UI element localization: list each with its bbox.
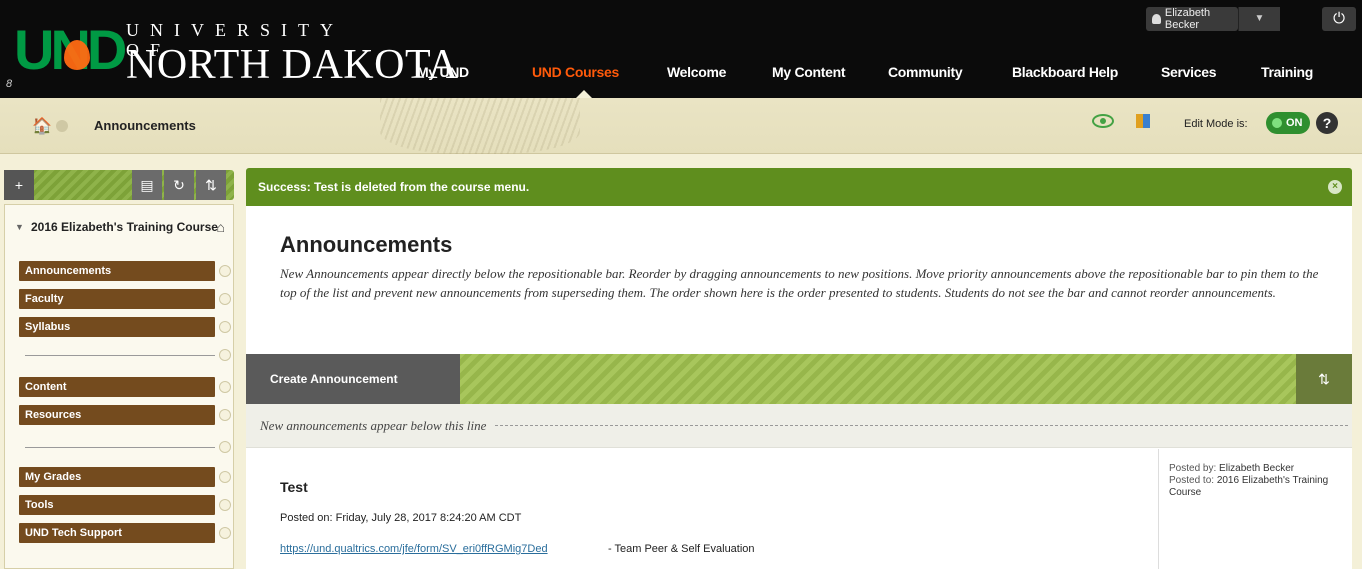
- nav-my-und[interactable]: My UND: [417, 64, 469, 80]
- menu-options-icon[interactable]: [219, 499, 231, 511]
- refresh-icon[interactable]: ↻: [164, 170, 194, 200]
- menu-item-content[interactable]: Content: [19, 377, 215, 397]
- course-menu-toolbar: + ▤ ↻ ⇅: [4, 170, 234, 200]
- nav-welcome[interactable]: Welcome: [667, 64, 726, 80]
- posted-by-label: Posted by:: [1169, 463, 1217, 474]
- close-icon[interactable]: ×: [1328, 180, 1342, 194]
- menu-item-faculty[interactable]: Faculty: [19, 289, 215, 309]
- und-logo[interactable]: UND UNIVERSITY OF NORTH DAKOTA: [14, 18, 458, 88]
- sort-icon[interactable]: ⇅: [1296, 354, 1352, 404]
- repositionable-bar[interactable]: New announcements appear below this line: [246, 404, 1352, 448]
- user-menu-button[interactable]: Elizabeth Becker: [1146, 7, 1238, 31]
- edit-mode-toggle[interactable]: ON: [1266, 112, 1310, 134]
- logo-north-dakota: NORTH DAKOTA: [126, 42, 459, 88]
- main-content: Success: Test is deleted from the course…: [246, 168, 1352, 569]
- user-name: Elizabeth Becker: [1164, 7, 1211, 31]
- menu-options-icon[interactable]: [219, 265, 231, 277]
- new-line-text: New announcements appear below this line: [260, 418, 495, 434]
- announcement-link-description: - Team Peer & Self Evaluation: [608, 543, 755, 555]
- posted-by-line: Posted by: Elizabeth Becker: [1169, 463, 1342, 475]
- menu-options-icon[interactable]: [219, 527, 231, 539]
- menu-options-icon[interactable]: [219, 471, 231, 483]
- success-message: Success: Test is deleted from the course…: [258, 180, 530, 194]
- menu-options-icon[interactable]: [219, 321, 231, 333]
- content-area: Announcements New Announcements appear d…: [246, 206, 1352, 569]
- menu-options-icon[interactable]: [219, 293, 231, 305]
- announcement-meta: Posted by: Elizabeth Becker Posted to: 2…: [1158, 449, 1352, 569]
- user-dropdown-chevron-icon[interactable]: ▼: [1238, 7, 1280, 31]
- course-home-icon[interactable]: ⌂: [217, 219, 225, 236]
- nav-training[interactable]: Training: [1261, 64, 1313, 80]
- user-icon: [1152, 14, 1161, 24]
- student-preview-eye-icon[interactable]: [1092, 114, 1114, 128]
- course-menu-panel: + ▤ ↻ ⇅ 2016 Elizabeth's Training Course…: [0, 154, 236, 569]
- active-nav-caret: [576, 90, 592, 98]
- logo-flame-icon: [64, 40, 90, 70]
- create-announcement-button[interactable]: Create Announcement: [246, 354, 460, 404]
- folder-view-icon[interactable]: ▤: [132, 170, 162, 200]
- nav-community[interactable]: Community: [888, 64, 963, 80]
- help-icon[interactable]: ?: [1316, 112, 1338, 134]
- nav-my-content[interactable]: My Content: [772, 64, 846, 80]
- edit-mode-label: Edit Mode is:: [1184, 118, 1248, 130]
- course-title[interactable]: 2016 Elizabeth's Training Course ⌂: [15, 219, 225, 236]
- success-banner: Success: Test is deleted from the course…: [246, 168, 1352, 206]
- nav-und-courses[interactable]: UND Courses: [532, 64, 619, 80]
- color-palette-icon[interactable]: [1136, 114, 1150, 128]
- menu-item-und-tech-support[interactable]: UND Tech Support: [19, 523, 215, 543]
- menu-divider: [25, 355, 215, 356]
- announcement-item: Test Posted on: Friday, July 28, 2017 8:…: [246, 449, 1352, 569]
- course-title-text: 2016 Elizabeth's Training Course: [31, 220, 218, 234]
- menu-options-icon[interactable]: [219, 381, 231, 393]
- menu-item-my-grades[interactable]: My Grades: [19, 467, 215, 487]
- announcement-link[interactable]: https://und.qualtrics.com/jfe/form/SV_er…: [280, 543, 548, 555]
- page-title: Announcements: [280, 232, 453, 257]
- breadcrumb-title: Announcements: [94, 118, 196, 133]
- menu-options-icon[interactable]: [219, 441, 231, 453]
- page-description: New Announcements appear directly below …: [280, 266, 1319, 300]
- menu-item-resources[interactable]: Resources: [19, 405, 215, 425]
- breadcrumb-bar: 🏠 Announcements Edit Mode is: ON ?: [0, 98, 1362, 154]
- reorder-icon[interactable]: ⇅: [196, 170, 226, 200]
- logo-mark: 8: [6, 78, 13, 90]
- posted-by-value: Elizabeth Becker: [1219, 463, 1295, 474]
- pine-decoration: [380, 98, 580, 154]
- logout-power-icon[interactable]: ⏻: [1322, 7, 1356, 31]
- menu-item-syllabus[interactable]: Syllabus: [19, 317, 215, 337]
- posted-to-line: Posted to: 2016 Elizabeth's Training Cou…: [1169, 475, 1342, 499]
- menu-item-announcements[interactable]: Announcements: [19, 261, 215, 281]
- menu-item-tools[interactable]: Tools: [19, 495, 215, 515]
- course-menu: 2016 Elizabeth's Training Course ⌂ Annou…: [4, 204, 234, 569]
- home-icon[interactable]: 🏠: [32, 116, 52, 136]
- breadcrumb-chevron-icon[interactable]: [56, 120, 68, 132]
- menu-divider: [25, 447, 215, 448]
- announcement-title: Test: [280, 479, 308, 495]
- top-header: UND UNIVERSITY OF NORTH DAKOTA 8 My UND …: [0, 0, 1362, 98]
- add-menu-item-icon[interactable]: +: [4, 170, 34, 200]
- nav-services[interactable]: Services: [1161, 64, 1217, 80]
- action-bar: Create Announcement ⇅: [246, 354, 1352, 404]
- menu-options-icon[interactable]: [219, 349, 231, 361]
- nav-blackboard-help[interactable]: Blackboard Help: [1012, 64, 1118, 80]
- posted-to-label: Posted to:: [1169, 475, 1215, 486]
- menu-options-icon[interactable]: [219, 409, 231, 421]
- announcement-posted-on: Posted on: Friday, July 28, 2017 8:24:20…: [280, 512, 522, 524]
